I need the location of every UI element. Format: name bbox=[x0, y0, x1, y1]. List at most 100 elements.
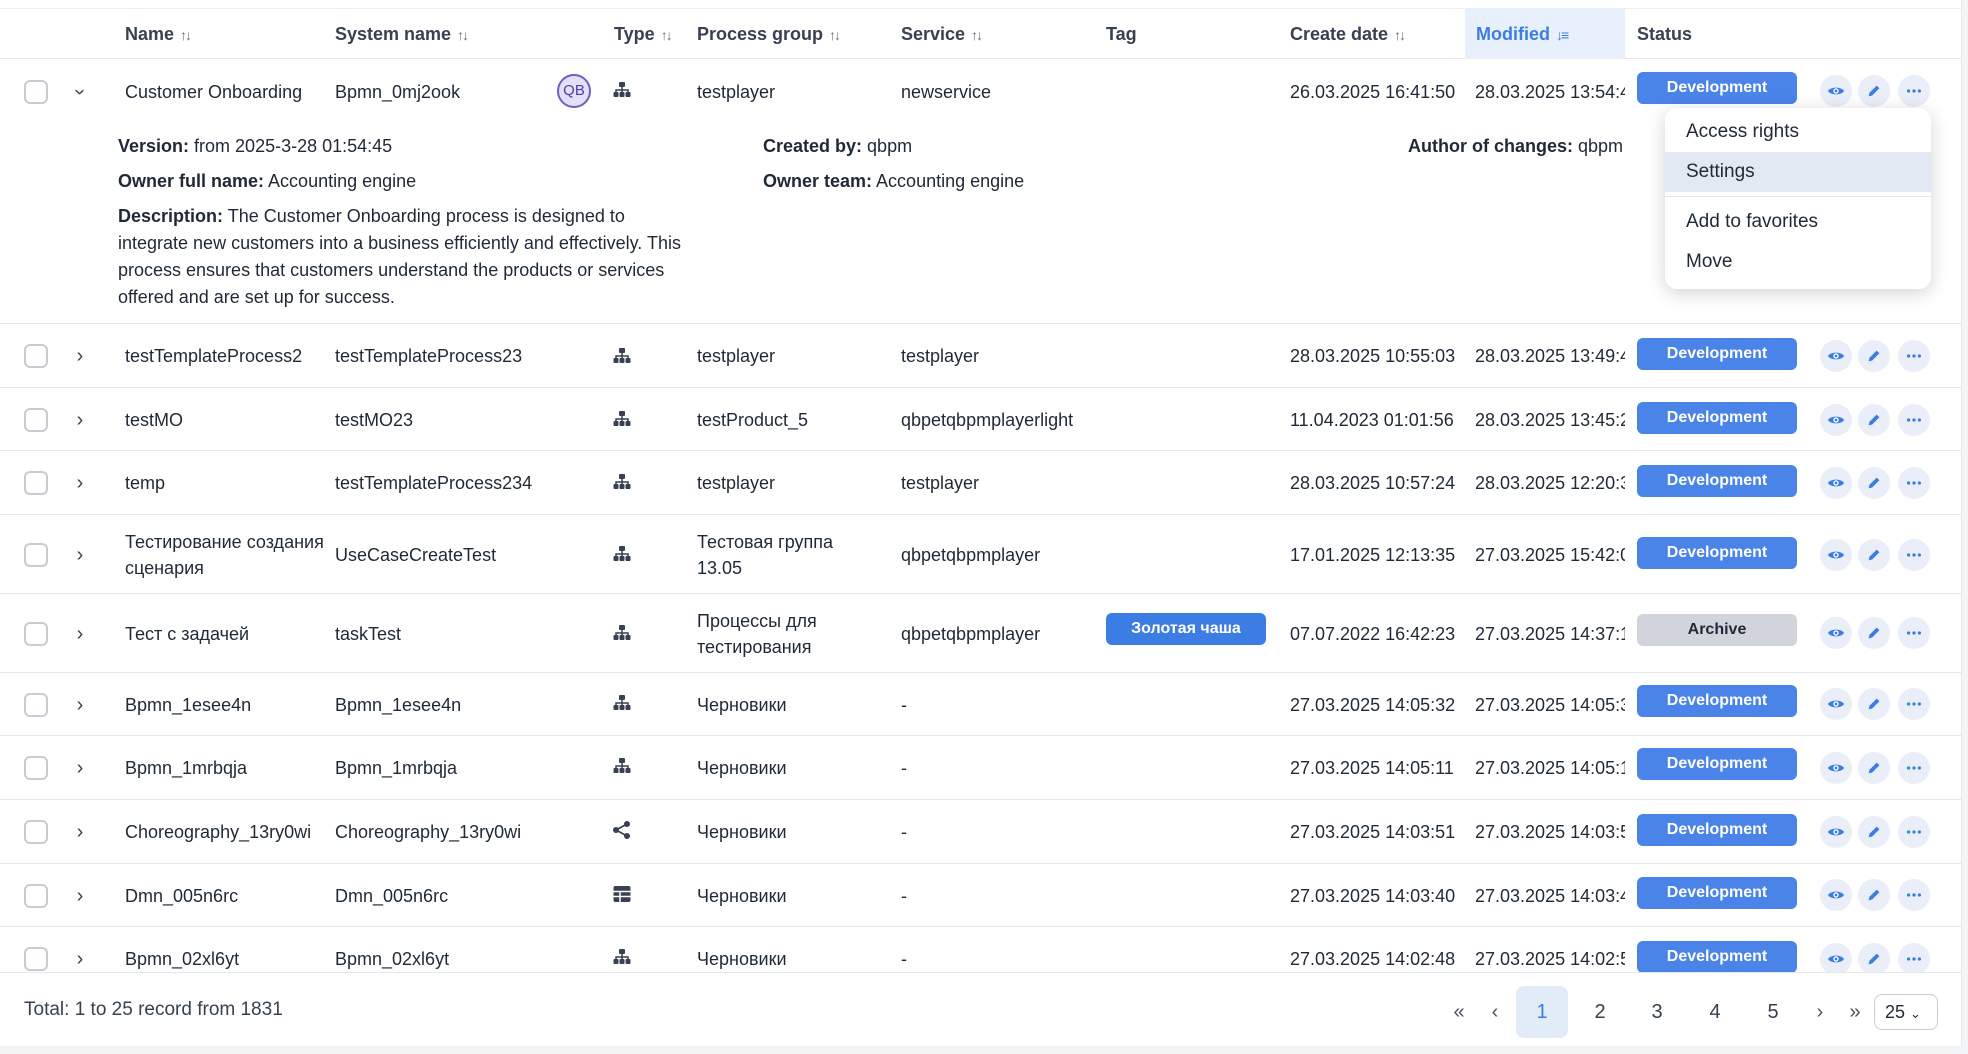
table-row[interactable]: › temp testTemplateProcess234 testplayer… bbox=[0, 451, 1961, 515]
row-checkbox[interactable] bbox=[24, 408, 48, 432]
view-button[interactable] bbox=[1820, 879, 1852, 911]
table-row[interactable]: › Dmn_005n6rc Dmn_005n6rc Черновики - 27… bbox=[0, 864, 1961, 927]
page-button-5[interactable]: 5 bbox=[1747, 986, 1799, 1038]
table-row[interactable]: › Choreography_13ry0wi Choreography_13ry… bbox=[0, 800, 1961, 864]
expand-chevron-icon[interactable]: › bbox=[72, 473, 88, 493]
page-button-3[interactable]: 3 bbox=[1631, 986, 1683, 1038]
edit-button[interactable] bbox=[1858, 816, 1890, 848]
column-header-system-name[interactable]: System name ↑↓ bbox=[335, 9, 469, 59]
tag-badge[interactable]: Золотая чаша bbox=[1106, 613, 1266, 645]
more-actions-button[interactable] bbox=[1898, 688, 1930, 720]
column-header-service[interactable]: Service ↑↓ bbox=[901, 9, 983, 59]
more-actions-button[interactable] bbox=[1898, 404, 1930, 436]
edit-button[interactable] bbox=[1858, 688, 1890, 720]
expand-chevron-icon[interactable]: › bbox=[72, 695, 88, 715]
view-button[interactable] bbox=[1820, 752, 1852, 784]
column-header-process-group[interactable]: Process group ↑↓ bbox=[697, 9, 841, 59]
row-checkbox[interactable] bbox=[24, 884, 48, 908]
sort-icon[interactable]: ↑↓ bbox=[1394, 27, 1406, 43]
edit-button[interactable] bbox=[1858, 75, 1890, 107]
view-button[interactable] bbox=[1820, 539, 1852, 571]
table-row[interactable]: › Тестирование создания сценария UseCase… bbox=[0, 515, 1961, 594]
first-page-button[interactable]: « bbox=[1444, 986, 1474, 1038]
row-checkbox[interactable] bbox=[24, 543, 48, 567]
column-header-modified[interactable]: Modified ↓≡ bbox=[1465, 9, 1625, 59]
menu-item-add-to-favorites[interactable]: Add to favorites bbox=[1665, 202, 1931, 242]
expand-chevron-icon[interactable]: › bbox=[72, 545, 88, 565]
eye-icon bbox=[1827, 551, 1845, 559]
more-actions-button[interactable] bbox=[1898, 340, 1930, 372]
table-row[interactable]: › Bpmn_1esee4n Bpmn_1esee4n Черновики - … bbox=[0, 673, 1961, 736]
table-row[interactable]: › Bpmn_1mrbqja Bpmn_1mrbqja Черновики - … bbox=[0, 736, 1961, 800]
view-button[interactable] bbox=[1820, 404, 1852, 436]
page-button-1[interactable]: 1 bbox=[1516, 986, 1568, 1038]
detail-version: Version: from 2025-3-28 01:54:45 bbox=[118, 136, 393, 156]
expand-chevron-icon[interactable]: › bbox=[72, 822, 88, 842]
row-checkbox[interactable] bbox=[24, 947, 48, 971]
expand-chevron-icon[interactable]: › bbox=[72, 758, 88, 778]
edit-button[interactable] bbox=[1858, 617, 1890, 649]
sort-icon[interactable]: ↑↓ bbox=[971, 27, 983, 43]
sort-icon[interactable]: ↑↓ bbox=[180, 27, 192, 43]
edit-button[interactable] bbox=[1858, 879, 1890, 911]
column-header-type[interactable]: Type ↑↓ bbox=[614, 9, 673, 59]
page-button-2[interactable]: 2 bbox=[1574, 986, 1626, 1038]
view-button[interactable] bbox=[1820, 816, 1852, 848]
edit-button[interactable] bbox=[1858, 539, 1890, 571]
more-dots-icon bbox=[1906, 631, 1922, 635]
edit-button[interactable] bbox=[1858, 943, 1890, 972]
view-button[interactable] bbox=[1820, 688, 1852, 720]
cell-process-group: Тестовая группа 13.05 bbox=[697, 531, 834, 578]
next-page-button[interactable]: › bbox=[1805, 986, 1835, 1038]
page-button-4[interactable]: 4 bbox=[1689, 986, 1741, 1038]
menu-item-move[interactable]: Move bbox=[1665, 242, 1931, 282]
expand-chevron-icon[interactable]: › bbox=[72, 410, 88, 430]
row-checkbox[interactable] bbox=[24, 622, 48, 646]
detail-author: Author of changes: qbpm bbox=[1408, 136, 1624, 156]
view-button[interactable] bbox=[1820, 75, 1852, 107]
row-checkbox[interactable] bbox=[24, 693, 48, 717]
more-actions-button[interactable] bbox=[1898, 879, 1930, 911]
expand-chevron-icon[interactable]: › bbox=[72, 346, 88, 366]
more-actions-button[interactable] bbox=[1898, 539, 1930, 571]
expand-chevron-icon[interactable]: › bbox=[72, 624, 88, 644]
row-checkbox[interactable] bbox=[24, 344, 48, 368]
table-row[interactable]: › testTemplateProcess2 testTemplateProce… bbox=[0, 324, 1961, 388]
view-button[interactable] bbox=[1820, 617, 1852, 649]
edit-button[interactable] bbox=[1858, 467, 1890, 499]
column-header-name[interactable]: Name ↑↓ bbox=[125, 9, 192, 59]
edit-button[interactable] bbox=[1858, 404, 1890, 436]
view-button[interactable] bbox=[1820, 943, 1852, 972]
sort-icon[interactable]: ↑↓ bbox=[661, 27, 673, 43]
page-size-select[interactable]: 25 ⌄ bbox=[1874, 994, 1938, 1030]
row-checkbox[interactable] bbox=[24, 756, 48, 780]
last-page-button[interactable]: » bbox=[1840, 986, 1870, 1038]
row-checkbox[interactable] bbox=[24, 471, 48, 495]
more-actions-button[interactable] bbox=[1898, 75, 1930, 107]
sort-icon[interactable]: ↑↓ bbox=[829, 27, 841, 43]
more-actions-button[interactable] bbox=[1898, 467, 1930, 499]
more-actions-button[interactable] bbox=[1898, 943, 1930, 972]
table-row[interactable]: › testMO testMO23 testProduct_5 qbpetqbp… bbox=[0, 388, 1961, 451]
sort-desc-icon[interactable]: ↓≡ bbox=[1556, 27, 1569, 43]
expand-chevron-icon[interactable]: › bbox=[72, 886, 88, 906]
hierarchy-icon bbox=[613, 695, 631, 710]
column-header-create-date[interactable]: Create date ↑↓ bbox=[1290, 9, 1406, 59]
row-checkbox[interactable] bbox=[24, 80, 48, 104]
more-actions-button[interactable] bbox=[1898, 617, 1930, 649]
edit-button[interactable] bbox=[1858, 340, 1890, 372]
view-button[interactable] bbox=[1820, 340, 1852, 372]
row-checkbox[interactable] bbox=[24, 820, 48, 844]
view-button[interactable] bbox=[1820, 467, 1852, 499]
more-actions-button[interactable] bbox=[1898, 816, 1930, 848]
menu-item-settings[interactable]: Settings bbox=[1665, 152, 1931, 192]
menu-item-access-rights[interactable]: Access rights bbox=[1665, 112, 1931, 152]
more-actions-button[interactable] bbox=[1898, 752, 1930, 784]
prev-page-button[interactable]: ‹ bbox=[1480, 986, 1510, 1038]
sort-icon[interactable]: ↑↓ bbox=[457, 27, 469, 43]
edit-button[interactable] bbox=[1858, 752, 1890, 784]
collapse-chevron-icon[interactable]: › bbox=[69, 84, 91, 100]
expand-chevron-icon[interactable]: › bbox=[72, 949, 88, 969]
table-row[interactable]: › Bpmn_02xl6yt Bpmn_02xl6yt Черновики - … bbox=[0, 927, 1961, 972]
table-row[interactable]: › Тест с задачей taskTest Процессы для т… bbox=[0, 594, 1961, 673]
